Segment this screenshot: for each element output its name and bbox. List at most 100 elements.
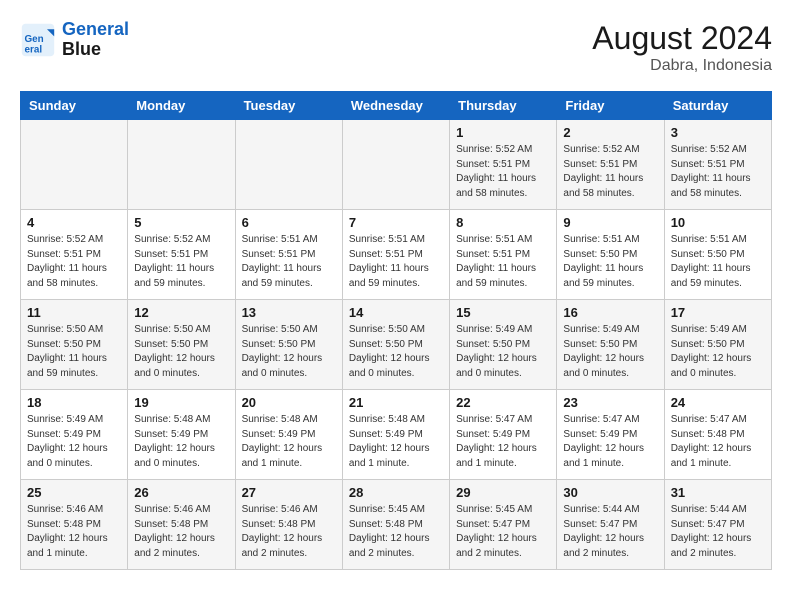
cell-info: Sunrise: 5:44 AM Sunset: 5:47 PM Dayligh… (563, 503, 657, 561)
weekday-header: Wednesday (342, 92, 449, 120)
cell-info: Sunrise: 5:52 AM Sunset: 5:51 PM Dayligh… (27, 233, 121, 291)
cell-day-number: 21 (349, 395, 443, 410)
cell-info: Sunrise: 5:45 AM Sunset: 5:47 PM Dayligh… (456, 503, 550, 561)
logo: Gen eral General Blue (20, 20, 129, 60)
cell-day-number: 9 (563, 215, 657, 230)
calendar-cell: 17Sunrise: 5:49 AM Sunset: 5:50 PM Dayli… (664, 300, 771, 390)
svg-text:eral: eral (25, 44, 43, 55)
calendar-cell: 2 Sunrise: 5:52 AM Sunset: 5:51 PM Daylig… (557, 120, 664, 210)
cell-info: Sunrise: 5:51 AM Sunset: 5:50 PM Dayligh… (671, 233, 765, 291)
cell-info: Sunrise: 5:47 AM Sunset: 5:48 PM Dayligh… (671, 413, 765, 471)
cell-info: Sunrise: 5:48 AM Sunset: 5:49 PM Dayligh… (349, 413, 443, 471)
weekday-header: Tuesday (235, 92, 342, 120)
calendar-table: SundayMondayTuesdayWednesdayThursdayFrid… (20, 91, 772, 570)
calendar-cell: 18 Sunrise: 5:49 AM Sunset: 5:49 PM Dayli… (21, 390, 128, 480)
cell-day-number: 14 (349, 305, 443, 320)
cell-info: Sunrise: 5:47 AM Sunset: 5:49 PM Dayligh… (456, 413, 550, 471)
svg-text:Gen: Gen (25, 34, 44, 45)
calendar-cell: 27Sunrise: 5:46 AM Sunset: 5:48 PM Dayli… (235, 480, 342, 570)
cell-info: Sunrise: 5:46 AM Sunset: 5:48 PM Dayligh… (27, 503, 121, 561)
calendar-cell: 7Sunrise: 5:51 AM Sunset: 5:51 PM Daylig… (342, 210, 449, 300)
calendar-cell: 5 Sunrise: 5:52 AM Sunset: 5:51 PM Daylig… (128, 210, 235, 300)
month-year: August 2024 (592, 20, 772, 57)
cell-day-number: 6 (242, 215, 336, 230)
cell-info: Sunrise: 5:44 AM Sunset: 5:47 PM Dayligh… (671, 503, 765, 561)
calendar-cell: 25 Sunrise: 5:46 AM Sunset: 5:48 PM Dayli… (21, 480, 128, 570)
calendar-cell: 9 Sunrise: 5:51 AM Sunset: 5:50 PM Daylig… (557, 210, 664, 300)
cell-info: Sunrise: 5:47 AM Sunset: 5:49 PM Dayligh… (563, 413, 657, 471)
calendar-cell: 26Sunrise: 5:46 AM Sunset: 5:48 PM Dayli… (128, 480, 235, 570)
cell-info: Sunrise: 5:50 AM Sunset: 5:50 PM Dayligh… (27, 323, 121, 381)
cell-day-number: 19 (134, 395, 228, 410)
calendar-cell: 12 Sunrise: 5:50 AM Sunset: 5:50 PM Dayli… (128, 300, 235, 390)
cell-info: Sunrise: 5:45 AM Sunset: 5:48 PM Dayligh… (349, 503, 443, 561)
cell-info: Sunrise: 5:51 AM Sunset: 5:51 PM Dayligh… (456, 233, 550, 291)
cell-day-number: 13 (242, 305, 336, 320)
calendar-cell: 3 Sunrise: 5:52 AM Sunset: 5:51 PM Daylig… (664, 120, 771, 210)
cell-info: Sunrise: 5:49 AM Sunset: 5:49 PM Dayligh… (27, 413, 121, 471)
cell-info: Sunrise: 5:49 AM Sunset: 5:50 PM Dayligh… (563, 323, 657, 381)
calendar-cell: 19 Sunrise: 5:48 AM Sunset: 5:49 PM Dayli… (128, 390, 235, 480)
logo-icon: Gen eral (20, 22, 56, 58)
calendar-cell: 11 Sunrise: 5:50 AM Sunset: 5:50 PM Dayli… (21, 300, 128, 390)
cell-info: Sunrise: 5:51 AM Sunset: 5:51 PM Dayligh… (242, 233, 336, 291)
weekday-header: Friday (557, 92, 664, 120)
cell-day-number: 29 (456, 485, 550, 500)
cell-info: Sunrise: 5:52 AM Sunset: 5:51 PM Dayligh… (134, 233, 228, 291)
cell-day-number: 10 (671, 215, 765, 230)
calendar-cell: 23Sunrise: 5:47 AM Sunset: 5:49 PM Dayli… (557, 390, 664, 480)
calendar-cell: 28 Sunrise: 5:45 AM Sunset: 5:48 PM Dayli… (342, 480, 449, 570)
weekday-header: Saturday (664, 92, 771, 120)
cell-day-number: 26 (134, 485, 228, 500)
calendar-cell: 30 Sunrise: 5:44 AM Sunset: 5:47 PM Dayli… (557, 480, 664, 570)
cell-day-number: 22 (456, 395, 550, 410)
cell-day-number: 18 (27, 395, 121, 410)
calendar-cell: 4Sunrise: 5:52 AM Sunset: 5:51 PM Daylig… (21, 210, 128, 300)
cell-info: Sunrise: 5:52 AM Sunset: 5:51 PM Dayligh… (456, 143, 550, 201)
calendar-cell (21, 120, 128, 210)
calendar-cell: 20Sunrise: 5:48 AM Sunset: 5:49 PM Dayli… (235, 390, 342, 480)
cell-info: Sunrise: 5:50 AM Sunset: 5:50 PM Dayligh… (242, 323, 336, 381)
calendar-cell (342, 120, 449, 210)
cell-info: Sunrise: 5:50 AM Sunset: 5:50 PM Dayligh… (349, 323, 443, 381)
cell-day-number: 30 (563, 485, 657, 500)
cell-info: Sunrise: 5:49 AM Sunset: 5:50 PM Dayligh… (456, 323, 550, 381)
cell-day-number: 28 (349, 485, 443, 500)
cell-info: Sunrise: 5:52 AM Sunset: 5:51 PM Dayligh… (671, 143, 765, 201)
cell-info: Sunrise: 5:52 AM Sunset: 5:51 PM Dayligh… (563, 143, 657, 201)
calendar-cell: 6 Sunrise: 5:51 AM Sunset: 5:51 PM Daylig… (235, 210, 342, 300)
cell-day-number: 2 (563, 125, 657, 140)
calendar-cell: 21 Sunrise: 5:48 AM Sunset: 5:49 PM Dayli… (342, 390, 449, 480)
calendar-cell: 1Sunrise: 5:52 AM Sunset: 5:51 PM Daylig… (450, 120, 557, 210)
calendar-cell: 31 Sunrise: 5:44 AM Sunset: 5:47 PM Dayli… (664, 480, 771, 570)
calendar-cell: 14 Sunrise: 5:50 AM Sunset: 5:50 PM Dayli… (342, 300, 449, 390)
cell-info: Sunrise: 5:48 AM Sunset: 5:49 PM Dayligh… (134, 413, 228, 471)
calendar-cell: 13 Sunrise: 5:50 AM Sunset: 5:50 PM Dayli… (235, 300, 342, 390)
cell-day-number: 11 (27, 305, 121, 320)
cell-day-number: 3 (671, 125, 765, 140)
cell-info: Sunrise: 5:48 AM Sunset: 5:49 PM Dayligh… (242, 413, 336, 471)
cell-day-number: 16 (563, 305, 657, 320)
cell-day-number: 24 (671, 395, 765, 410)
title-block: August 2024 Dabra, Indonesia (592, 20, 772, 75)
cell-day-number: 25 (27, 485, 121, 500)
cell-day-number: 5 (134, 215, 228, 230)
location: Dabra, Indonesia (592, 57, 772, 75)
weekday-header: Thursday (450, 92, 557, 120)
cell-day-number: 8 (456, 215, 550, 230)
cell-day-number: 31 (671, 485, 765, 500)
cell-day-number: 15 (456, 305, 550, 320)
calendar-cell: 15 Sunrise: 5:49 AM Sunset: 5:50 PM Dayli… (450, 300, 557, 390)
weekday-header: Monday (128, 92, 235, 120)
calendar-cell: 10 Sunrise: 5:51 AM Sunset: 5:50 PM Dayli… (664, 210, 771, 300)
cell-info: Sunrise: 5:51 AM Sunset: 5:51 PM Dayligh… (349, 233, 443, 291)
calendar-cell (235, 120, 342, 210)
weekday-header: Sunday (21, 92, 128, 120)
cell-info: Sunrise: 5:50 AM Sunset: 5:50 PM Dayligh… (134, 323, 228, 381)
cell-day-number: 12 (134, 305, 228, 320)
calendar-cell: 24 Sunrise: 5:47 AM Sunset: 5:48 PM Dayli… (664, 390, 771, 480)
cell-info: Sunrise: 5:49 AM Sunset: 5:50 PM Dayligh… (671, 323, 765, 381)
calendar-cell: 29 Sunrise: 5:45 AM Sunset: 5:47 PM Dayli… (450, 480, 557, 570)
cell-day-number: 27 (242, 485, 336, 500)
cell-info: Sunrise: 5:51 AM Sunset: 5:50 PM Dayligh… (563, 233, 657, 291)
